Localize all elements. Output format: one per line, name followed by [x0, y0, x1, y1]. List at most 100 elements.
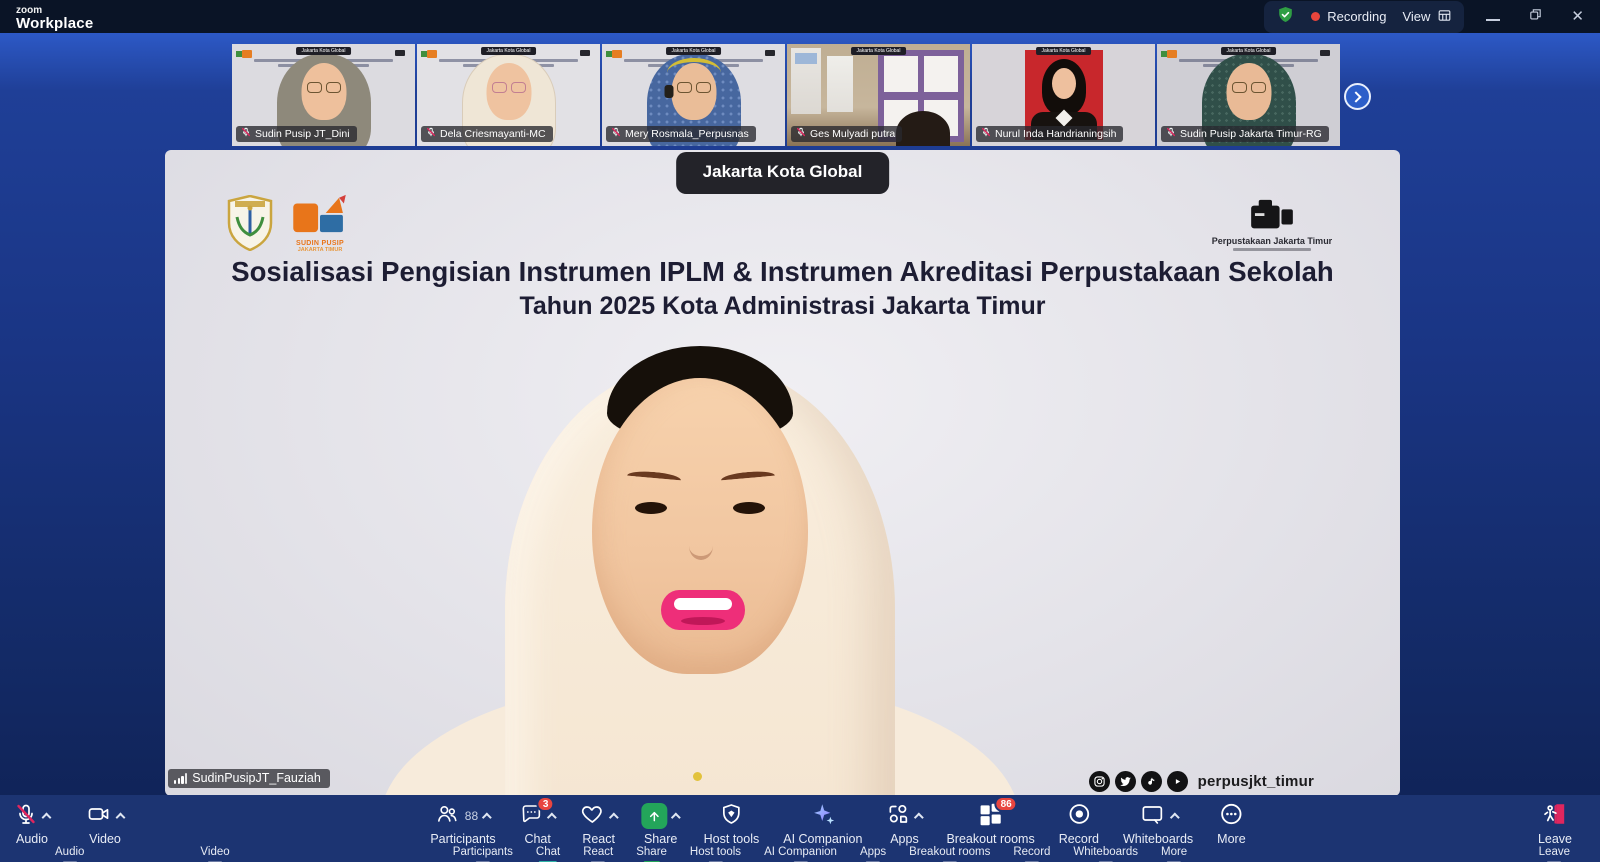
participant-name-text: Mery Rosmala_Perpusnas [625, 127, 749, 140]
notification-badge: 3 [536, 796, 555, 812]
participants-count: 88 [464, 808, 479, 823]
tiktok-icon [1140, 771, 1162, 792]
recording-indicator[interactable]: Recording [1311, 9, 1386, 24]
chevron-up-icon[interactable] [41, 812, 52, 822]
brand-zoom: zoom [16, 4, 43, 16]
toolbar-item-label: Record [1058, 832, 1099, 846]
participant-name-text: Dela Criesmayanti-MC [440, 127, 546, 140]
toolbar-item-whiteboards[interactable]: Whiteboards [1123, 802, 1193, 846]
toolbar-item-record[interactable]: Record [1059, 802, 1099, 846]
secondary-label-ai-companion: AI Companion [764, 846, 837, 862]
mic-muted-icon [981, 127, 991, 140]
whiteboard-icon [1138, 802, 1166, 829]
chevron-up-icon[interactable] [115, 812, 126, 822]
toolbar-item-ai-companion[interactable]: AI Companion [783, 802, 862, 846]
participant-thumbnail-4[interactable]: Jakarta Kota Global Ges Mulyadi putra [787, 44, 970, 146]
share-screen-icon [641, 802, 668, 829]
participant-thumbnail-1[interactable]: Jakarta Kota Global Sudin Pusip JT_Dini [232, 44, 415, 146]
toolbar-item-video[interactable]: Video [86, 802, 126, 846]
secondary-toolbar-labels: Audio Video Participants Chat React Share Host… [0, 846, 1600, 862]
security-shield-icon [1276, 5, 1295, 29]
thumbnail-top-label: Jakarta Kota Global [1035, 47, 1092, 55]
record-icon [1066, 801, 1092, 830]
glasses-icon [306, 82, 341, 93]
toolbar-item-label: Audio [16, 832, 48, 846]
toolbar-item-label: Leave [1537, 832, 1572, 846]
speaker-name-text: SudinPusipJT_Fauziah [192, 771, 321, 785]
social-handle: perpusjkt_timur [1197, 773, 1314, 790]
participant-filmstrip: Jakarta Kota Global Sudin Pusip JT_Dini … [232, 44, 1340, 146]
participant-name-text: Sudin Pusip JT_Dini [255, 127, 350, 140]
secondary-label-participants: Participants [453, 846, 513, 862]
participants-icon [436, 802, 460, 829]
toolbar-item-chat[interactable]: 3 Chat [520, 796, 558, 846]
participant-name-text: Ges Mulyadi putra [810, 127, 896, 140]
sudin-pusip-logo: SUDIN PUSIP JAKARTA TIMUR [287, 192, 353, 253]
participant-name-label: Mery Rosmala_Perpusnas [606, 126, 756, 142]
toolbar-item-host-tools[interactable]: Host tools [703, 802, 760, 846]
mic-muted-icon [241, 127, 251, 140]
minimize-button[interactable] [1486, 8, 1501, 26]
thumbnail-top-label: Jakarta Kota Global [480, 47, 537, 55]
toolbar-item-leave[interactable]: Leave [1538, 802, 1572, 846]
meeting-main-area: Jakarta Kota Global Sudin Pusip JT_Dini … [0, 33, 1600, 862]
speaker-eye-right [733, 502, 765, 514]
toolbar-item-audio[interactable]: Audio [14, 802, 52, 846]
mic-muted-icon [1166, 127, 1176, 140]
thumbnail-top-label: Jakarta Kota Global [1220, 47, 1277, 55]
participant-thumbnail-6[interactable]: Jakarta Kota Global Sudin Pusip Jakarta … [1157, 44, 1340, 146]
participant-thumbnail-2[interactable]: Jakarta Kota Global Dela Criesmayanti-MC [417, 44, 600, 146]
event-title-line1: Sosialisasi Pengisian Instrumen IPLM & I… [231, 256, 1334, 287]
thumbnail-top-label: Jakarta Kota Global [665, 47, 722, 55]
chevron-up-icon[interactable] [1169, 812, 1180, 822]
speaker-name-label: SudinPusipJT_Fauziah [168, 769, 330, 788]
secondary-label-share: Share [636, 846, 667, 862]
chevron-up-icon[interactable] [671, 812, 682, 822]
secondary-label-whiteboards: Whiteboards [1073, 846, 1138, 862]
chevron-up-icon[interactable] [609, 812, 620, 822]
chevron-right-icon [1350, 90, 1362, 103]
toolbar-item-apps[interactable]: Apps [886, 802, 924, 846]
heart-icon [580, 802, 606, 829]
notification-badge: 86 [994, 796, 1018, 812]
chevron-up-icon[interactable] [914, 812, 924, 822]
close-button[interactable]: ✕ [1571, 9, 1584, 24]
sparkle-icon [810, 801, 836, 830]
secondary-label-chat: Chat [536, 846, 560, 862]
participant-thumbnail-3[interactable]: Jakarta Kota Global Mery Rosmala_Perpusn… [602, 44, 785, 146]
speaker-nose [689, 532, 713, 560]
speaker-portrait [380, 320, 1020, 796]
participant-name-label: Sudin Pusip JT_Dini [236, 126, 357, 142]
toolbar-item-label: Video [89, 832, 121, 846]
participant-name-label: Dela Criesmayanti-MC [421, 126, 553, 142]
toolbar-item-participants[interactable]: 88 Participants [430, 802, 496, 846]
toolbar-left-zone: Audio Video [14, 802, 126, 846]
chevron-up-icon[interactable] [547, 812, 558, 822]
toolbar-item-react[interactable]: React [580, 802, 620, 846]
secondary-label-record: Record [1013, 846, 1050, 862]
participant-thumbnail-5[interactable]: Jakarta Kota Global Nurul Inda Handriani… [972, 44, 1155, 146]
secondary-label-apps: Apps [860, 846, 886, 862]
secondary-label-audio: Audio [55, 846, 84, 862]
recording-dot-icon [1311, 12, 1321, 21]
next-page-button[interactable] [1344, 83, 1371, 110]
active-speaker-video[interactable]: Jakarta Kota Global SUDIN PUSIP JAKARTA … [165, 150, 1400, 796]
mic-muted-icon [611, 127, 621, 140]
toolbar-item-label: Breakout rooms [946, 832, 1035, 846]
toolbar-item-breakout-rooms[interactable]: 86 Breakout rooms [946, 796, 1035, 846]
window-controls: ✕ [1486, 7, 1584, 27]
toolbar-item-label: Host tools [703, 832, 760, 846]
speaker-eye-left [635, 502, 667, 514]
participant-name-label: Sudin Pusip Jakarta Timur-RG [1161, 126, 1329, 142]
view-button[interactable]: View [1402, 8, 1452, 26]
event-title-line2: Tahun 2025 Kota Administrasi Jakarta Tim… [519, 292, 1046, 320]
mic-muted-icon [14, 802, 38, 829]
apps-icon [886, 802, 910, 829]
secondary-label-host-tools: Host tools [690, 846, 741, 862]
maximize-button[interactable] [1528, 7, 1543, 27]
sudin-pusip-caption: SUDIN PUSIP [295, 240, 345, 247]
chevron-up-icon[interactable] [481, 812, 492, 822]
social-media-row: perpusjkt_timur [1088, 771, 1314, 792]
toolbar-item-more[interactable]: More [1217, 802, 1246, 846]
toolbar-item-share[interactable]: Share [641, 802, 682, 846]
